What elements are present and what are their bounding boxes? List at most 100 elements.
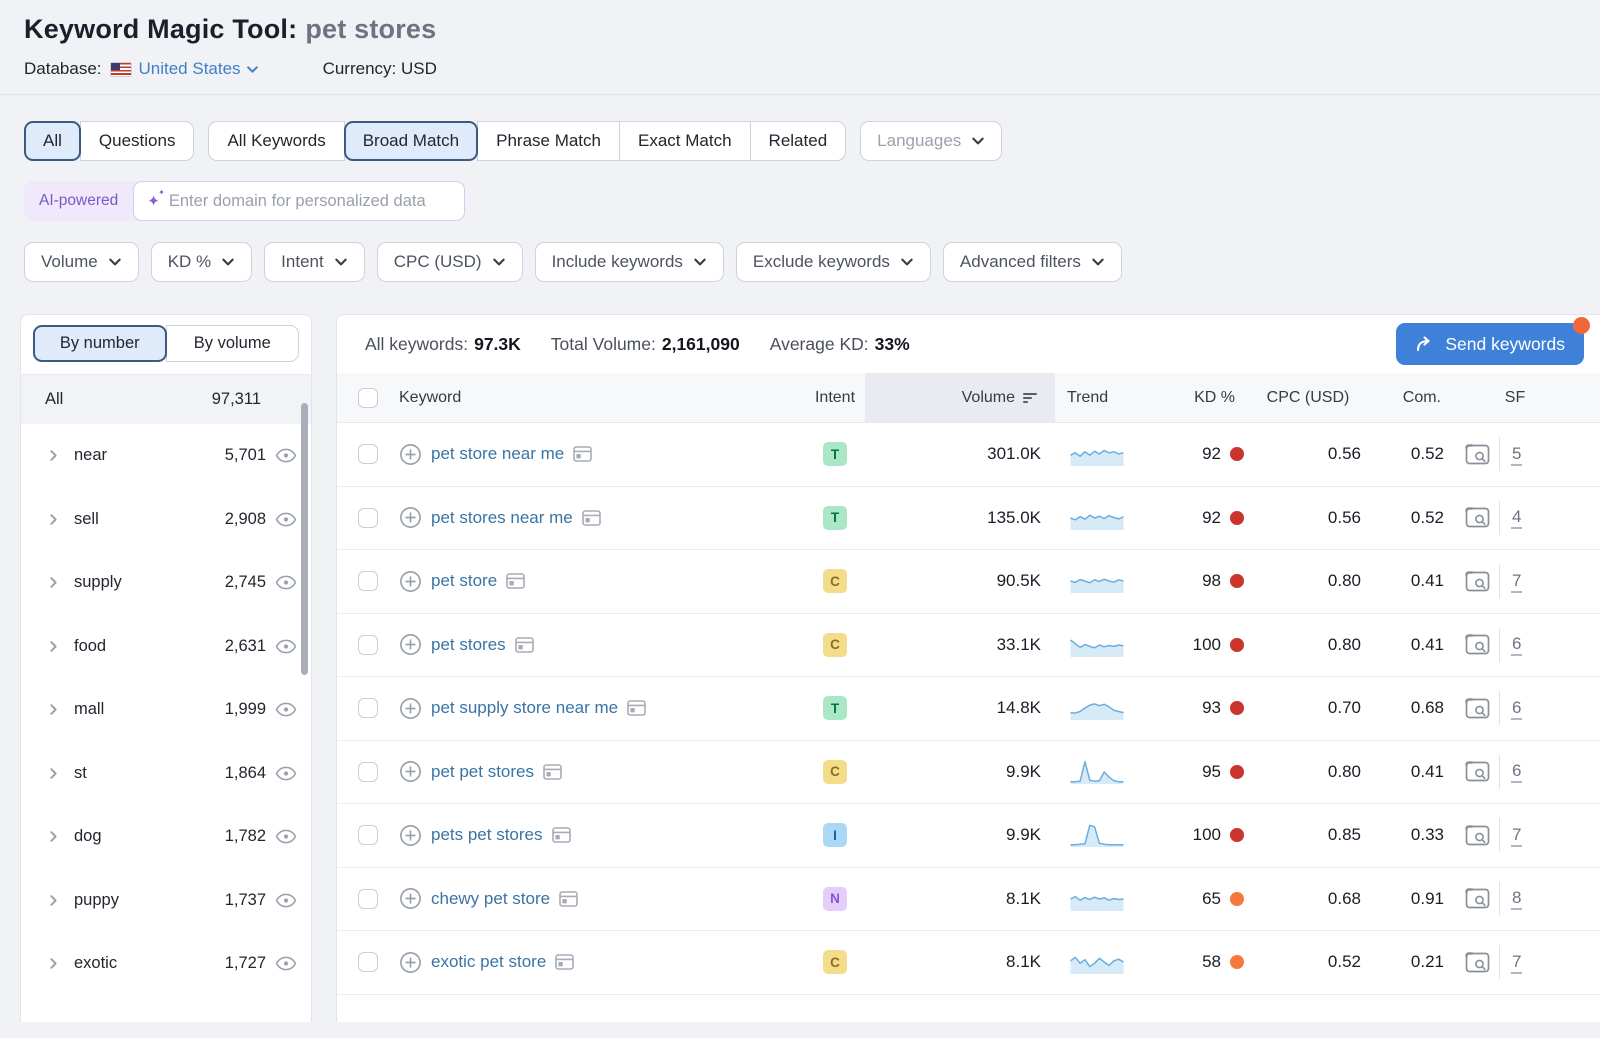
serp-features-icon[interactable] — [627, 700, 646, 716]
add-keyword-icon[interactable] — [399, 506, 422, 529]
chevron-right-icon[interactable] — [47, 767, 60, 780]
sf-value[interactable]: 7 — [1511, 824, 1522, 847]
keyword-link[interactable]: exotic pet store — [431, 952, 546, 972]
chevron-right-icon[interactable] — [47, 894, 60, 907]
filter-dropdown-advanced-filters[interactable]: Advanced filters — [943, 242, 1122, 282]
intent-badge[interactable]: C — [823, 760, 847, 784]
sidebar-group-puppy[interactable]: puppy 1,737 — [21, 869, 311, 933]
eye-icon[interactable] — [275, 829, 297, 844]
keyword-link[interactable]: pet stores near me — [431, 508, 573, 528]
filter-dropdown-kd-[interactable]: KD % — [151, 242, 252, 282]
eye-icon[interactable] — [275, 702, 297, 717]
serp-preview-icon[interactable] — [1465, 698, 1490, 719]
serp-features-icon[interactable] — [552, 827, 571, 843]
serp-preview-icon[interactable] — [1465, 634, 1490, 655]
col-intent[interactable]: Intent — [805, 373, 865, 422]
sf-value[interactable]: 7 — [1511, 570, 1522, 593]
eye-icon[interactable] — [275, 893, 297, 908]
filter-dropdown-intent[interactable]: Intent — [264, 242, 365, 282]
serp-preview-icon[interactable] — [1465, 444, 1490, 465]
serp-features-icon[interactable] — [555, 954, 574, 970]
add-keyword-icon[interactable] — [399, 887, 422, 910]
eye-icon[interactable] — [275, 512, 297, 527]
add-keyword-icon[interactable] — [399, 951, 422, 974]
serp-features-icon[interactable] — [543, 764, 562, 780]
row-checkbox[interactable] — [358, 508, 378, 528]
sidebar-scrollbar[interactable] — [301, 403, 308, 675]
keyword-link[interactable]: pets pet stores — [431, 825, 543, 845]
col-keyword[interactable]: Keyword — [399, 373, 805, 422]
sf-value[interactable]: 7 — [1511, 951, 1522, 974]
sidebar-group-st[interactable]: st 1,864 — [21, 742, 311, 806]
col-trend[interactable]: Trend — [1055, 373, 1139, 422]
serp-features-icon[interactable] — [506, 573, 525, 589]
chevron-right-icon[interactable] — [47, 640, 60, 653]
add-keyword-icon[interactable] — [399, 443, 422, 466]
row-checkbox[interactable] — [358, 571, 378, 591]
serp-features-icon[interactable] — [515, 637, 534, 653]
serp-features-icon[interactable] — [559, 891, 578, 907]
eye-icon[interactable] — [275, 448, 297, 463]
sidebar-group-exotic[interactable]: exotic 1,727 — [21, 932, 311, 996]
chevron-right-icon[interactable] — [47, 449, 60, 462]
sidebar-group-food[interactable]: food 2,631 — [21, 615, 311, 679]
chevron-right-icon[interactable] — [47, 957, 60, 970]
select-all-checkbox[interactable] — [358, 388, 378, 408]
intent-badge[interactable]: T — [823, 506, 847, 530]
tab-broad-match[interactable]: Broad Match — [344, 121, 478, 161]
intent-badge[interactable]: C — [823, 950, 847, 974]
col-com[interactable]: Com. — [1367, 373, 1453, 422]
tab-related[interactable]: Related — [750, 121, 847, 161]
col-cpc[interactable]: CPC (USD) — [1249, 373, 1367, 422]
sidebar-group-sell[interactable]: sell 2,908 — [21, 488, 311, 552]
serp-preview-icon[interactable] — [1465, 888, 1490, 909]
serp-features-icon[interactable] — [573, 446, 592, 462]
keyword-link[interactable]: pet pet stores — [431, 762, 534, 782]
chevron-right-icon[interactable] — [47, 830, 60, 843]
intent-badge[interactable]: C — [823, 569, 847, 593]
tab-all-keywords[interactable]: All Keywords — [208, 121, 344, 161]
tab-phrase-match[interactable]: Phrase Match — [477, 121, 620, 161]
add-keyword-icon[interactable] — [399, 824, 422, 847]
sf-value[interactable]: 4 — [1511, 506, 1522, 529]
database-selector[interactable]: United States — [139, 59, 259, 79]
domain-input[interactable] — [169, 192, 451, 211]
row-checkbox[interactable] — [358, 635, 378, 655]
send-keywords-button[interactable]: Send keywords — [1396, 323, 1584, 365]
keyword-link[interactable]: pet store near me — [431, 444, 564, 464]
sidebar-group-dog[interactable]: dog 1,782 — [21, 805, 311, 869]
tab-questions[interactable]: Questions — [80, 121, 195, 161]
filter-dropdown-exclude-keywords[interactable]: Exclude keywords — [736, 242, 931, 282]
row-checkbox[interactable] — [358, 762, 378, 782]
add-keyword-icon[interactable] — [399, 697, 422, 720]
serp-preview-icon[interactable] — [1465, 825, 1490, 846]
row-checkbox[interactable] — [358, 889, 378, 909]
col-volume[interactable]: Volume — [865, 373, 1055, 422]
add-keyword-icon[interactable] — [399, 570, 422, 593]
tab-all[interactable]: All — [24, 121, 81, 161]
filter-dropdown-volume[interactable]: Volume — [24, 242, 139, 282]
chevron-right-icon[interactable] — [47, 576, 60, 589]
add-keyword-icon[interactable] — [399, 633, 422, 656]
intent-badge[interactable]: N — [823, 887, 847, 911]
sidebar-group-mall[interactable]: mall 1,999 — [21, 678, 311, 742]
sf-value[interactable]: 8 — [1511, 887, 1522, 910]
sf-value[interactable]: 6 — [1511, 697, 1522, 720]
eye-icon[interactable] — [275, 956, 297, 971]
chevron-right-icon[interactable] — [47, 513, 60, 526]
chevron-right-icon[interactable] — [47, 703, 60, 716]
serp-preview-icon[interactable] — [1465, 571, 1490, 592]
keyword-link[interactable]: chewy pet store — [431, 889, 550, 909]
col-sf[interactable]: SF — [1453, 373, 1577, 422]
keyword-link[interactable]: pet store — [431, 571, 497, 591]
row-checkbox[interactable] — [358, 952, 378, 972]
serp-preview-icon[interactable] — [1465, 952, 1490, 973]
keyword-link[interactable]: pet stores — [431, 635, 506, 655]
serp-features-icon[interactable] — [582, 510, 601, 526]
intent-badge[interactable]: T — [823, 442, 847, 466]
eye-icon[interactable] — [275, 766, 297, 781]
row-checkbox[interactable] — [358, 698, 378, 718]
intent-badge[interactable]: C — [823, 633, 847, 657]
keyword-link[interactable]: pet supply store near me — [431, 698, 618, 718]
sidebar-group-near[interactable]: near 5,701 — [21, 424, 311, 488]
